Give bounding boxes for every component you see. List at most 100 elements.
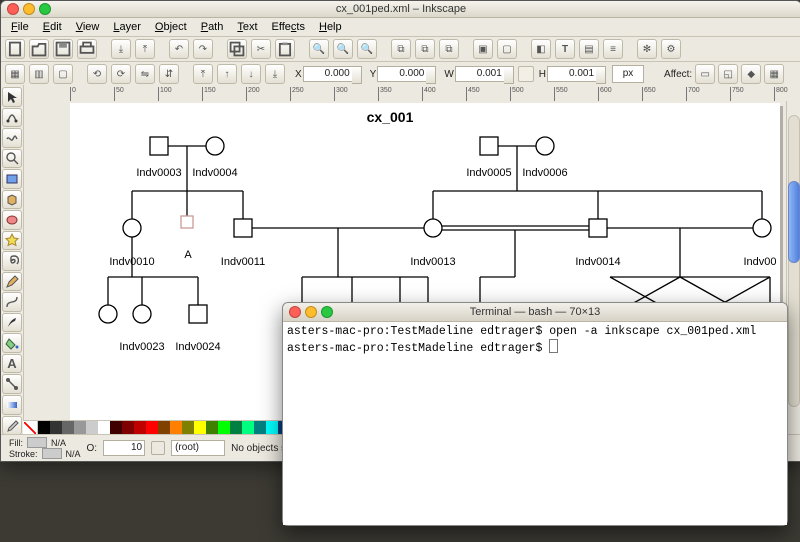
menu-object[interactable]: Object bbox=[149, 20, 193, 34]
copy-button[interactable] bbox=[227, 39, 247, 59]
close-icon[interactable] bbox=[289, 306, 301, 318]
duplicate-button[interactable]: ⧉ bbox=[391, 39, 411, 59]
calligraphy-tool[interactable] bbox=[2, 313, 22, 333]
swatch[interactable] bbox=[122, 421, 134, 435]
swatch[interactable] bbox=[182, 421, 194, 435]
unit-select[interactable]: px bbox=[612, 65, 644, 83]
dropper-tool[interactable] bbox=[2, 416, 22, 436]
menu-view[interactable]: View bbox=[70, 20, 106, 34]
text-dialog-button[interactable]: T bbox=[555, 39, 575, 59]
inkscape-titlebar[interactable]: cx_001ped.xml – Inkscape bbox=[1, 1, 800, 18]
fill-stroke-indicator[interactable]: Fill:N/A Stroke:N/A bbox=[9, 437, 81, 459]
swatch[interactable] bbox=[50, 421, 62, 435]
cut-button[interactable]: ✂ bbox=[251, 39, 271, 59]
zoom-draw-button[interactable]: 🔍 bbox=[333, 39, 353, 59]
connector-tool[interactable] bbox=[2, 374, 22, 394]
node-tool[interactable] bbox=[2, 108, 22, 128]
zoom-icon[interactable] bbox=[321, 306, 333, 318]
raise-top-button[interactable]: ⤒ bbox=[193, 64, 213, 84]
swatch[interactable] bbox=[38, 421, 50, 435]
tweak-tool[interactable] bbox=[2, 128, 22, 148]
rect-tool[interactable] bbox=[2, 169, 22, 189]
y-field[interactable]: 0.000 bbox=[377, 66, 427, 82]
zoom-icon[interactable] bbox=[39, 3, 51, 15]
swatch[interactable] bbox=[86, 421, 98, 435]
swatch[interactable] bbox=[158, 421, 170, 435]
deselect-button[interactable]: ▢ bbox=[53, 64, 73, 84]
ungroup-button[interactable]: ▢ bbox=[497, 39, 517, 59]
x-field[interactable]: 0.000 bbox=[303, 66, 353, 82]
layer-lock-button[interactable] bbox=[151, 441, 165, 455]
menu-file[interactable]: File bbox=[5, 20, 35, 34]
flip-v-button[interactable]: ⇵ bbox=[159, 64, 179, 84]
new-file-button[interactable] bbox=[5, 39, 25, 59]
swatch[interactable] bbox=[254, 421, 266, 435]
bezier-tool[interactable] bbox=[2, 292, 22, 312]
menu-edit[interactable]: Edit bbox=[37, 20, 68, 34]
swatch[interactable] bbox=[170, 421, 182, 435]
unlink-button[interactable]: ⧉ bbox=[439, 39, 459, 59]
affect-gradient-button[interactable]: ◆ bbox=[741, 64, 761, 84]
lower-bottom-button[interactable]: ⤓ bbox=[265, 64, 285, 84]
opacity-field[interactable]: 10 bbox=[103, 440, 145, 456]
rotate-ccw-button[interactable]: ⟲ bbox=[87, 64, 107, 84]
pencil-tool[interactable] bbox=[2, 272, 22, 292]
align-button[interactable]: ≡ bbox=[603, 39, 623, 59]
swatch[interactable] bbox=[230, 421, 242, 435]
ellipse-tool[interactable] bbox=[2, 210, 22, 230]
open-file-button[interactable] bbox=[29, 39, 49, 59]
redo-button[interactable]: ↷ bbox=[193, 39, 213, 59]
prefs-button[interactable]: ✻ bbox=[637, 39, 657, 59]
swatch[interactable] bbox=[134, 421, 146, 435]
doc-prefs-button[interactable]: ⚙ bbox=[661, 39, 681, 59]
print-button[interactable] bbox=[77, 39, 97, 59]
spiral-tool[interactable] bbox=[2, 251, 22, 271]
h-field[interactable]: 0.001 bbox=[547, 66, 597, 82]
layer-select[interactable]: (root) bbox=[171, 440, 225, 456]
w-field[interactable]: 0.001 bbox=[455, 66, 505, 82]
affect-pattern-button[interactable]: ▦ bbox=[764, 64, 784, 84]
swatch[interactable] bbox=[194, 421, 206, 435]
rotate-cw-button[interactable]: ⟳ bbox=[111, 64, 131, 84]
menu-text[interactable]: Text bbox=[231, 20, 263, 34]
undo-button[interactable]: ↶ bbox=[169, 39, 189, 59]
swatch[interactable] bbox=[266, 421, 278, 435]
swatch[interactable] bbox=[74, 421, 86, 435]
swatch[interactable] bbox=[242, 421, 254, 435]
swatch[interactable] bbox=[62, 421, 74, 435]
lock-aspect-button[interactable] bbox=[518, 66, 534, 82]
import-button[interactable]: ⤓ bbox=[111, 39, 131, 59]
menu-help[interactable]: Help bbox=[313, 20, 348, 34]
xml-editor-button[interactable]: ▤ bbox=[579, 39, 599, 59]
swatch[interactable] bbox=[110, 421, 122, 435]
lower-button[interactable]: ↓ bbox=[241, 64, 261, 84]
zoom-tool[interactable] bbox=[2, 149, 22, 169]
affect-stroke-button[interactable]: ▭ bbox=[695, 64, 715, 84]
text-tool[interactable]: A bbox=[2, 354, 22, 374]
zoom-page-button[interactable]: 🔍 bbox=[357, 39, 377, 59]
flip-h-button[interactable]: ⇋ bbox=[135, 64, 155, 84]
menu-effects[interactable]: Effects bbox=[266, 20, 311, 34]
close-icon[interactable] bbox=[7, 3, 19, 15]
swatch[interactable] bbox=[98, 421, 110, 435]
menu-path[interactable]: Path bbox=[195, 20, 230, 34]
clone-button[interactable]: ⧉ bbox=[415, 39, 435, 59]
group-button[interactable]: ▣ bbox=[473, 39, 493, 59]
terminal-titlebar[interactable]: Terminal — bash — 70×13 bbox=[283, 303, 787, 322]
star-tool[interactable] bbox=[2, 231, 22, 251]
minimize-icon[interactable] bbox=[23, 3, 35, 15]
fill-stroke-button[interactable]: ◧ bbox=[531, 39, 551, 59]
no-color-swatch[interactable] bbox=[23, 421, 38, 435]
select-layer-button[interactable]: ▥ bbox=[29, 64, 49, 84]
terminal-body[interactable]: asters-mac-pro:TestMadeline edtrager$ op… bbox=[283, 322, 787, 525]
save-button[interactable] bbox=[53, 39, 73, 59]
swatch[interactable] bbox=[218, 421, 230, 435]
v-scroll-thumb[interactable] bbox=[788, 181, 800, 263]
swatch[interactable] bbox=[206, 421, 218, 435]
paste-button[interactable] bbox=[275, 39, 295, 59]
affect-corners-button[interactable]: ◱ bbox=[718, 64, 738, 84]
select-all-layers-button[interactable]: ▦ bbox=[5, 64, 25, 84]
3dbox-tool[interactable] bbox=[2, 190, 22, 210]
selector-tool[interactable] bbox=[2, 87, 22, 107]
zoom-sel-button[interactable]: 🔍 bbox=[309, 39, 329, 59]
